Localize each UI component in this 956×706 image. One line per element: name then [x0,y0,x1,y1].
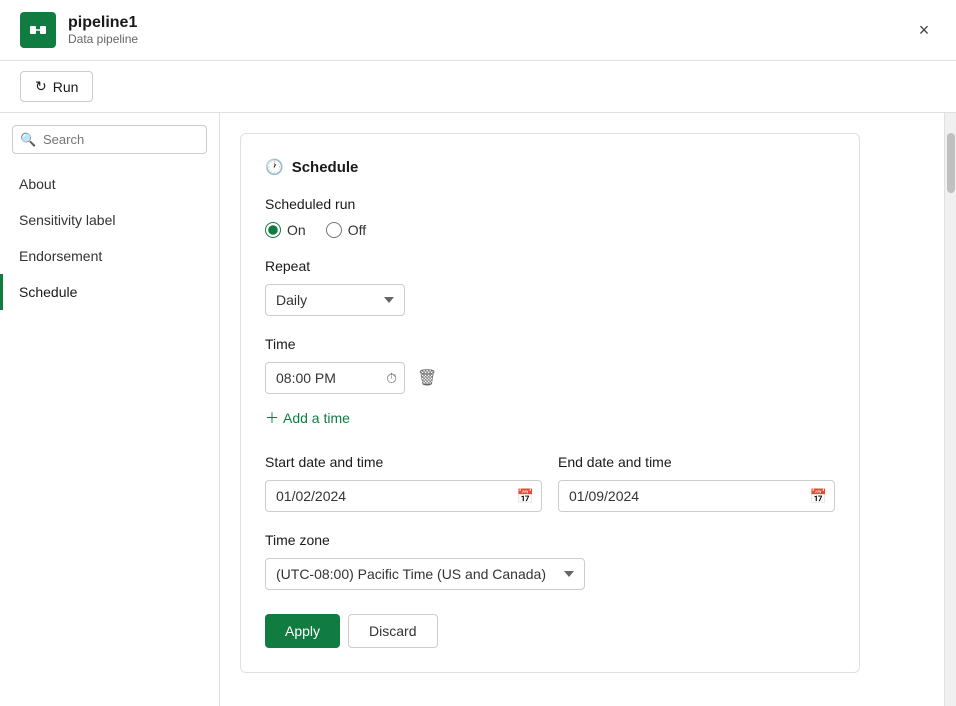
header-text: pipeline1 Data pipeline [68,14,138,46]
time-group: Time ⏱ 🗑 ＋ Add a time [265,336,835,434]
start-date-group: Start date and time 📅 [265,454,542,512]
main-content: 🕐 Schedule Scheduled run On Off [220,113,944,706]
dialog-title: pipeline1 [68,14,138,32]
scrollbar-thumb[interactable] [947,133,955,193]
search-icon: 🔍 [20,132,36,148]
date-group: Start date and time 📅 End date and time … [265,454,835,512]
sidebar-item-sensitivity-label[interactable]: Sensitivity label [0,202,219,238]
radio-off-input[interactable] [326,222,342,238]
main-dialog: pipeline1 Data pipeline × ↻ Run 🔍 About … [0,0,956,706]
start-calendar-icon[interactable]: 📅 [517,488,534,505]
end-date-group: End date and time 📅 [558,454,835,512]
action-row: Apply Discard [265,614,835,648]
repeat-label: Repeat [265,258,835,274]
end-date-label: End date and time [558,454,835,470]
add-time-label: Add a time [283,410,350,426]
date-row: Start date and time 📅 End date and time … [265,454,835,512]
radio-on-label: On [287,222,306,238]
schedule-section-header: 🕐 Schedule [265,158,835,176]
section-title: Schedule [292,159,359,176]
run-label: Run [53,79,79,95]
repeat-select[interactable]: Daily Weekly Monthly [265,284,405,316]
start-date-wrap: 📅 [265,480,542,512]
start-date-label: Start date and time [265,454,542,470]
plus-icon: ＋ [265,408,279,428]
sidebar: 🔍 About Sensitivity label Endorsement Sc… [0,113,220,706]
sidebar-item-sensitivity-label-text: Sensitivity label [19,212,116,228]
radio-off-label: Off [348,222,366,238]
delete-time-button[interactable]: 🗑 [413,364,441,392]
sidebar-item-about[interactable]: About [0,166,219,202]
timezone-select[interactable]: (UTC-08:00) Pacific Time (US and Canada)… [265,558,585,590]
app-icon [20,12,56,48]
body: 🔍 About Sensitivity label Endorsement Sc… [0,113,956,706]
start-date-input[interactable] [265,480,542,512]
radio-on-input[interactable] [265,222,281,238]
scheduled-run-label: Scheduled run [265,196,835,212]
radio-off[interactable]: Off [326,222,366,238]
toolbar: ↻ Run [0,61,956,113]
run-button[interactable]: ↻ Run [20,71,93,102]
scrollbar[interactable] [944,113,956,706]
apply-button[interactable]: Apply [265,614,340,648]
close-button[interactable]: × [908,14,940,46]
sidebar-item-about-label: About [19,176,56,192]
end-date-input[interactable] [558,480,835,512]
end-calendar-icon[interactable]: 📅 [810,488,827,505]
time-label: Time [265,336,835,352]
add-time-button[interactable]: ＋ Add a time [265,402,350,434]
timezone-label: Time zone [265,532,835,548]
discard-button[interactable]: Discard [348,614,437,648]
scheduled-run-group: Scheduled run On Off [265,196,835,238]
time-input[interactable] [265,362,405,394]
search-input[interactable] [12,125,207,154]
repeat-group: Repeat Daily Weekly Monthly [265,258,835,316]
sidebar-item-endorsement[interactable]: Endorsement [0,238,219,274]
dialog-subtitle: Data pipeline [68,32,138,46]
clock-icon: 🕐 [265,158,284,176]
end-date-wrap: 📅 [558,480,835,512]
sidebar-item-schedule[interactable]: Schedule [0,274,219,310]
timezone-group: Time zone (UTC-08:00) Pacific Time (US a… [265,532,835,590]
sidebar-item-endorsement-label: Endorsement [19,248,102,264]
search-box: 🔍 [12,125,207,154]
dialog-header: pipeline1 Data pipeline × [0,0,956,61]
radio-on[interactable]: On [265,222,306,238]
sidebar-item-schedule-label: Schedule [19,284,77,300]
time-input-wrap: ⏱ [265,362,405,394]
schedule-card: 🕐 Schedule Scheduled run On Off [240,133,860,673]
run-icon: ↻ [35,78,47,95]
radio-group: On Off [265,222,835,238]
time-row: ⏱ 🗑 [265,362,835,394]
